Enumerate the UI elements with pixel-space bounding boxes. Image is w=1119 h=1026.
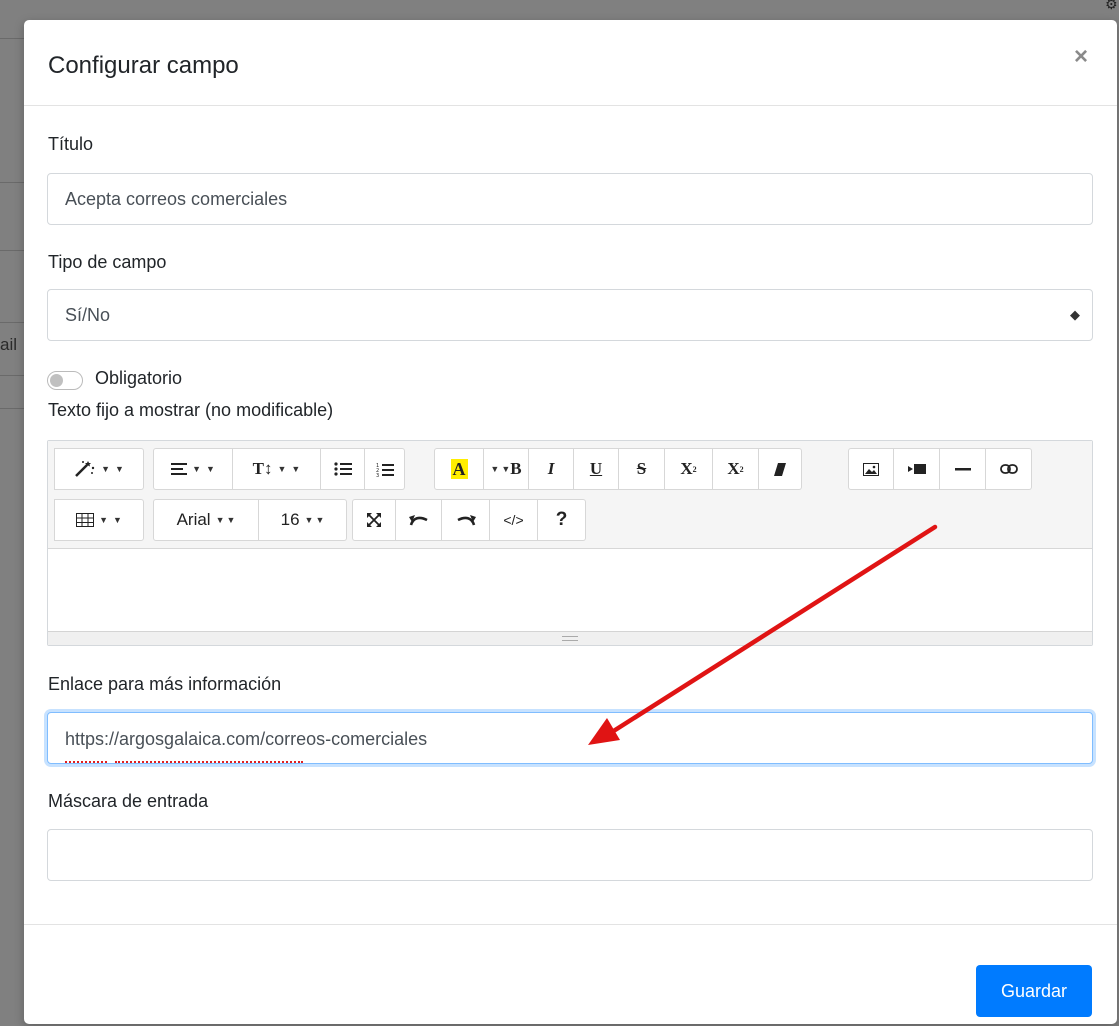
save-button[interactable]: Guardar: [976, 965, 1092, 1017]
superscript-icon[interactable]: X2: [665, 448, 713, 490]
spellcheck-underline: [115, 760, 303, 763]
title-input[interactable]: [47, 173, 1093, 225]
editor-content-area[interactable]: [48, 549, 1092, 632]
text-height-icon[interactable]: T↕ ▼ ▼: [233, 448, 321, 490]
select-arrows-icon: ◆: [1070, 307, 1080, 322]
fixed-text-label: Texto fijo a mostrar (no modificable): [48, 400, 334, 420]
field-type-selected-value: Sí/No: [65, 305, 111, 325]
gear-icon: ⚙: [1105, 0, 1118, 12]
background-partial-text: ail: [0, 335, 18, 354]
format-group: A ▼ ▼ B I U S X2 X2: [434, 448, 802, 490]
configure-field-modal: Configurar campo × Título Tipo de campo …: [24, 20, 1117, 1024]
paragraph-group: ▼ ▼ T↕ ▼ ▼ 123: [153, 448, 405, 490]
input-mask-label: Máscara de entrada: [48, 791, 209, 811]
font-group: Arial ▼ ▼ 16 ▼ ▼: [153, 499, 347, 541]
spellcheck-underline: [65, 760, 107, 763]
help-icon[interactable]: ?: [538, 499, 586, 541]
font-size-dropdown[interactable]: 16 ▼ ▼: [259, 499, 347, 541]
insert-group: [848, 448, 1032, 490]
modal-footer: Guardar: [24, 924, 1117, 1024]
field-type-label: Tipo de campo: [48, 252, 167, 272]
more-info-link-input[interactable]: [47, 712, 1093, 764]
text-color-icon[interactable]: A: [434, 448, 484, 490]
magic-wand-icon[interactable]: ▼ ▼: [54, 448, 144, 490]
modal-header: Configurar campo ×: [24, 20, 1117, 106]
bullet-list-icon[interactable]: [321, 448, 365, 490]
toggle-knob: [50, 374, 63, 387]
editor-resize-bar[interactable]: [48, 631, 1092, 645]
italic-icon[interactable]: I: [529, 448, 574, 490]
undo-icon[interactable]: [396, 499, 442, 541]
font-name-value: Arial: [176, 510, 211, 529]
fullscreen-icon[interactable]: [352, 499, 396, 541]
field-type-select[interactable]: Sí/No ◆: [47, 289, 1093, 341]
svg-text:3: 3: [376, 473, 379, 477]
title-label: Título: [48, 134, 94, 154]
underline-icon[interactable]: U: [574, 448, 619, 490]
subscript-icon[interactable]: X2: [713, 448, 759, 490]
bold-icon[interactable]: ▼ ▼ B: [484, 448, 529, 490]
code-view-icon[interactable]: </>: [490, 499, 538, 541]
input-mask-input[interactable]: [47, 829, 1093, 881]
style-group: ▼ ▼: [54, 448, 144, 490]
more-info-link-label: Enlace para más información: [48, 674, 282, 694]
align-icon[interactable]: ▼ ▼: [153, 448, 233, 490]
editor-toolbar: ▼ ▼ ▼ ▼ T↕ ▼ ▼ 123 A ▼ ▼ B I U S X 2 X 2…: [48, 441, 1092, 549]
numbered-list-icon[interactable]: 123: [365, 448, 405, 490]
eraser-icon[interactable]: [759, 448, 802, 490]
image-icon[interactable]: [848, 448, 894, 490]
link-icon[interactable]: [986, 448, 1032, 490]
required-label: Obligatorio: [95, 368, 183, 388]
font-size-value: 16: [280, 510, 300, 529]
video-icon[interactable]: [894, 448, 940, 490]
table-icon[interactable]: ▼ ▼: [54, 499, 144, 541]
table-group: ▼ ▼: [54, 499, 144, 541]
close-icon[interactable]: ×: [1071, 45, 1091, 69]
rich-text-editor: ▼ ▼ ▼ ▼ T↕ ▼ ▼ 123 A ▼ ▼ B I U S X 2 X 2…: [47, 440, 1093, 646]
view-group: </> ?: [352, 499, 586, 541]
redo-icon[interactable]: [442, 499, 490, 541]
horizontal-rule-icon[interactable]: [940, 448, 986, 490]
strikethrough-icon[interactable]: S: [619, 448, 665, 490]
resize-grip-icon: [562, 636, 578, 641]
required-toggle[interactable]: [47, 371, 83, 390]
modal-title: Configurar campo: [48, 52, 239, 79]
font-name-dropdown[interactable]: Arial ▼ ▼: [153, 499, 259, 541]
